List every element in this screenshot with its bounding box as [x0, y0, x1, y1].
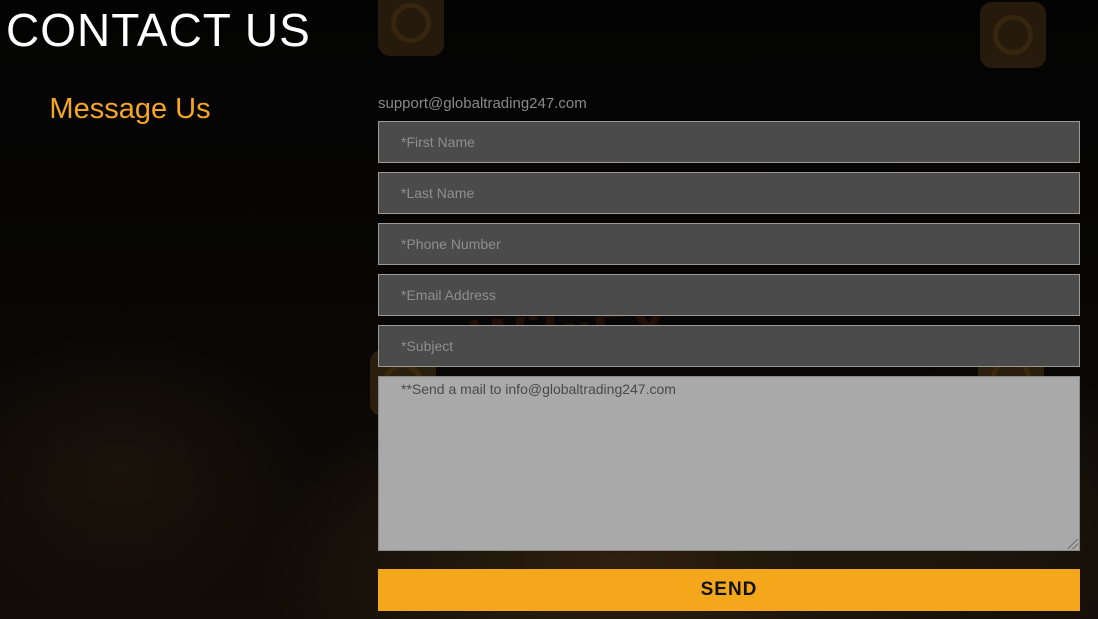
first-name-input[interactable]: [378, 121, 1080, 163]
support-email: support@globaltrading247.com: [378, 95, 587, 112]
last-name-input[interactable]: [378, 172, 1080, 214]
watermark-logo-icon: [378, 0, 444, 56]
resize-handle-icon[interactable]: [1068, 539, 1078, 549]
phone-number-input[interactable]: [378, 223, 1080, 265]
send-button[interactable]: SEND: [378, 569, 1080, 611]
contact-page: WikiFX CONTACT US Message Us support@glo…: [0, 0, 1098, 619]
page-title: CONTACT US: [6, 4, 311, 56]
subject-input[interactable]: [378, 325, 1080, 367]
email-address-input[interactable]: [378, 274, 1080, 316]
message-textarea[interactable]: [378, 376, 1080, 551]
contact-form: SEND: [378, 121, 1080, 611]
message-us-heading: Message Us: [49, 93, 211, 125]
watermark-logo-icon: [980, 2, 1046, 68]
message-field-wrapper: [378, 376, 1080, 551]
